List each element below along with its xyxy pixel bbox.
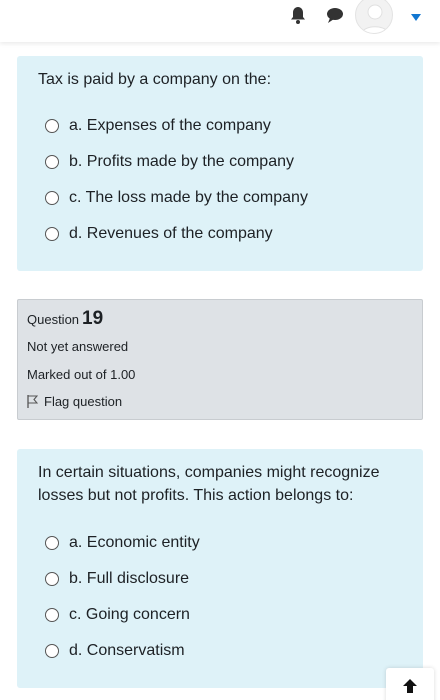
radio-button[interactable] [45, 191, 59, 205]
answer-label: c. The loss made by the company [69, 189, 308, 206]
question-number: Question 19 [27, 308, 103, 330]
question-19-info: Question 19 Not yet answered Marked out o… [17, 299, 423, 420]
answer-label: b. Profits made by the company [69, 153, 294, 170]
answer-option-c[interactable]: c. The loss made by the company [45, 186, 308, 210]
question-number-value: 19 [82, 308, 104, 329]
answer-option-d[interactable]: d. Conservatism [45, 639, 185, 663]
answer-label: c. Going concern [69, 606, 190, 623]
radio-button[interactable] [45, 608, 59, 622]
radio-button[interactable] [45, 227, 59, 241]
answer-option-d[interactable]: d. Revenues of the company [45, 222, 273, 246]
question-state: Not yet answered [27, 339, 129, 354]
answer-option-b[interactable]: b. Full disclosure [45, 567, 189, 591]
answer-option-a[interactable]: a. Economic entity [45, 531, 200, 555]
question-text: In certain situations, companies might r… [38, 464, 380, 504]
question-text: Tax is paid by a company on the: [38, 71, 272, 88]
radio-button[interactable] [45, 155, 59, 169]
answer-label: a. Economic entity [69, 534, 200, 551]
chevron-down-icon[interactable] [411, 9, 421, 21]
radio-button[interactable] [45, 572, 59, 586]
top-navbar [0, 0, 440, 42]
answer-option-a[interactable]: a. Expenses of the company [45, 114, 271, 138]
bell-icon[interactable] [288, 5, 308, 25]
question-18-content: Tax is paid by a company on the: a. Expe… [17, 56, 423, 271]
flag-icon [27, 395, 38, 408]
radio-button[interactable] [45, 119, 59, 133]
answer-option-b[interactable]: b. Profits made by the company [45, 150, 294, 174]
arrow-up-icon [403, 679, 417, 693]
flag-label: Flag question [44, 394, 123, 409]
answer-label: d. Conservatism [69, 642, 185, 659]
chat-icon[interactable] [325, 5, 345, 25]
radio-button[interactable] [45, 536, 59, 550]
answer-label: a. Expenses of the company [69, 117, 271, 134]
radio-button[interactable] [45, 644, 59, 658]
answer-label: d. Revenues of the company [69, 225, 273, 242]
question-label: Question [27, 312, 80, 327]
user-avatar[interactable] [355, 0, 393, 34]
answer-option-c[interactable]: c. Going concern [45, 603, 190, 627]
scroll-to-top-button[interactable] [386, 668, 434, 700]
question-grade: Marked out of 1.00 [27, 367, 136, 382]
question-19-content: In certain situations, companies might r… [17, 449, 423, 688]
flag-question-link[interactable]: Flag question [27, 394, 122, 409]
answer-label: b. Full disclosure [69, 570, 190, 587]
